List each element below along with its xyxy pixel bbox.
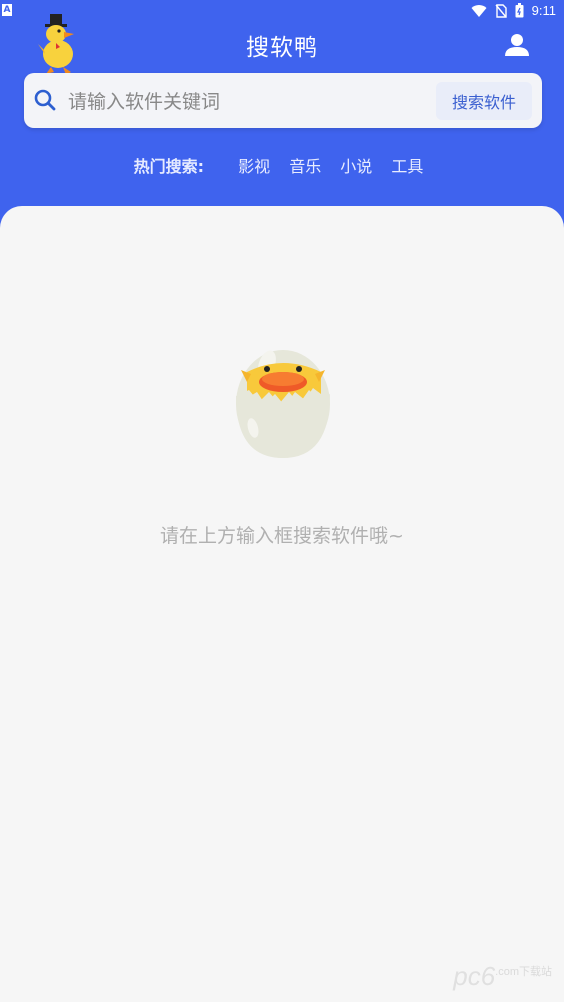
clock: 9:11 — [531, 3, 556, 18]
hot-tag-film[interactable]: 影视 — [238, 157, 270, 176]
empty-state-message: 请在上方输入框搜索软件哦~ — [160, 525, 404, 547]
user-profile-icon[interactable] — [504, 32, 530, 58]
hot-tag-novel[interactable]: 小说 — [340, 157, 372, 176]
hot-search-row: 热门搜索: 影视 音乐 小说 工具 — [0, 153, 564, 177]
notification-icon: A — [2, 4, 12, 16]
watermark: pc6.com下载站 — [453, 961, 552, 992]
watermark-sub: 下载站 — [519, 966, 552, 978]
app-title: 搜软鸭 — [246, 35, 318, 61]
hot-search-label: 热门搜索: — [133, 157, 204, 176]
status-icons: 9:11 — [471, 3, 556, 18]
search-button[interactable]: 搜索软件 — [436, 82, 532, 120]
watermark-suffix: .com — [495, 966, 519, 978]
hot-tag-music[interactable]: 音乐 — [289, 157, 321, 176]
search-input[interactable] — [66, 83, 440, 121]
status-bar: A 9:11 — [0, 0, 564, 26]
watermark-text: pc6 — [453, 961, 496, 991]
results-panel: 请在上方输入框搜索软件哦~ pc6.com下载站 — [0, 206, 564, 1002]
hot-tag-tools[interactable]: 工具 — [391, 157, 423, 176]
battery-icon — [515, 3, 524, 18]
wifi-icon — [471, 4, 487, 17]
search-bar: 搜索软件 — [24, 73, 542, 128]
app-header: 搜软鸭 — [0, 14, 564, 75]
no-sim-icon — [495, 3, 507, 18]
egg-duckling-illustration — [236, 350, 330, 458]
search-icon — [34, 89, 56, 111]
